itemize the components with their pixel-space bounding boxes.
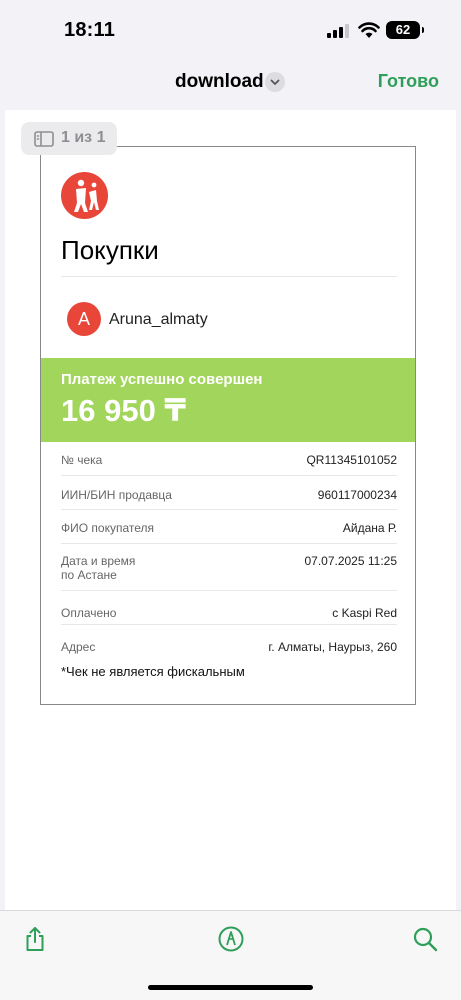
row-label: Оплачено xyxy=(61,606,117,620)
row-value: QR11345101052 xyxy=(306,453,397,467)
wifi-icon xyxy=(358,22,380,38)
row-label: ИИН/БИН продавца xyxy=(61,488,172,502)
table-row: № чека QR11345101052 xyxy=(61,447,397,476)
receipt-details: № чека QR11345101052 ИИН/БИН продавца 96… xyxy=(61,447,397,654)
receipt-title: Покупки xyxy=(61,235,159,265)
kaspi-logo xyxy=(61,172,108,219)
status-time: 18:11 xyxy=(64,19,116,41)
nav-bar: download Готово xyxy=(0,60,461,106)
status-bar: 18:11 62 xyxy=(0,0,461,60)
row-label: Дата и время xyxy=(61,554,136,568)
row-value: 07.07.2025 11:25 xyxy=(304,554,397,568)
share-icon[interactable] xyxy=(21,925,49,953)
home-indicator xyxy=(148,985,313,990)
row-label: ФИО покупателя xyxy=(61,521,155,535)
battery-indicator: 62 xyxy=(386,21,424,39)
payment-status-text: Платеж успешно совершен xyxy=(61,371,263,388)
page-indicator-text: 1 из 1 xyxy=(61,129,106,146)
row-label: Адрес xyxy=(61,640,96,654)
seller-name: Aruna_almaty xyxy=(109,311,208,328)
cellular-signal-icon xyxy=(327,24,349,38)
payment-status-banner: Платеж успешно совершен 16 950 ₸ xyxy=(41,358,415,442)
row-label-line2: по Астане xyxy=(61,568,117,582)
chevron-down-icon[interactable] xyxy=(265,72,285,92)
table-row: Дата и время по Астане 07.07.2025 11:25 xyxy=(61,544,397,591)
table-row: Адрес г. Алматы, Наурыз, 260 xyxy=(61,625,397,654)
receipt-page: Покупки A Aruna_almaty Платеж успешно со… xyxy=(40,146,416,705)
row-value: г. Алматы, Наурыз, 260 xyxy=(268,640,397,654)
row-value: 960117000234 xyxy=(317,488,397,502)
divider xyxy=(61,276,397,277)
document-title[interactable]: download xyxy=(175,71,264,93)
done-button[interactable]: Готово xyxy=(378,71,439,92)
search-icon[interactable] xyxy=(411,925,439,953)
row-label: № чека xyxy=(61,453,103,467)
seller-avatar: A xyxy=(67,302,101,336)
fiscal-note: *Чек не является фискальным xyxy=(61,664,245,679)
markup-icon[interactable] xyxy=(217,925,245,953)
row-value: Айдана Р. xyxy=(342,521,397,535)
table-row: ФИО покупателя Айдана Р. xyxy=(61,510,397,544)
row-value: с Kaspi Red xyxy=(332,606,397,620)
table-row: ИИН/БИН продавца 960117000234 xyxy=(61,476,397,510)
sidebar-icon xyxy=(34,131,54,147)
payment-amount: 16 950 ₸ xyxy=(61,393,186,428)
page-indicator[interactable]: 1 из 1 xyxy=(21,122,117,155)
table-row: Оплачено с Kaspi Red xyxy=(61,591,397,625)
